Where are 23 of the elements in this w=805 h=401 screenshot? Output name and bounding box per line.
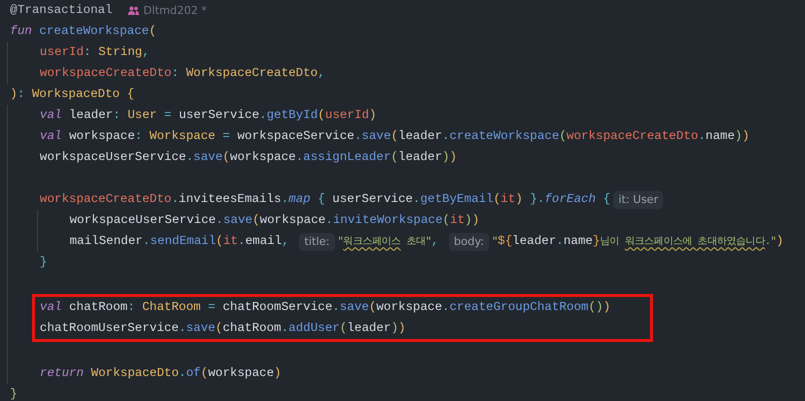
author-name: Dltmd202 *	[143, 3, 207, 19]
inlay-hint: body:	[448, 232, 490, 250]
code-text: fun createWorkspace(	[10, 23, 156, 40]
code-text: userId: String,	[40, 44, 150, 61]
code-text: val workspace: Workspace = workspaceService.save(leader.createWorkspace(workspaceCreateDto.name))	[40, 128, 750, 145]
code-text: workspaceCreateDto: WorkspaceCreateDto,	[40, 65, 326, 82]
code-text: workspaceCreateDto.inviteesEmails.map { userService.getByEmail(it) }.forEach {	[40, 191, 610, 208]
code-text: "${leader.name}님이 워크스페이스에 초대하였습니다.")	[492, 232, 784, 250]
code-text: mailSender.sendEmail(it.email,	[70, 233, 290, 250]
code-text: return WorkspaceDto.of(workspace)	[40, 365, 282, 382]
people-icon	[128, 6, 140, 15]
code-text: ): WorkspaceDto {	[10, 86, 134, 103]
code-text: @Transactional	[10, 2, 112, 19]
code-text: }	[40, 254, 48, 271]
code-text: val chatRoom: ChatRoom = chatRoomService.save(workspace.createGroupChatRoom())	[40, 299, 610, 316]
code-text: workspaceUserService.save(workspace.inviteWorkspace(it))	[70, 212, 480, 229]
code-text: val leader: User = userService.getById(userId)	[40, 107, 376, 124]
code-text: "워크스페이스 초대",	[338, 232, 440, 250]
inlay-hint: it: User	[613, 190, 664, 208]
inlay-hint: title:	[299, 232, 335, 250]
code-text: chatRoomUserService.save(chatRoom.addUser(leader))	[40, 320, 406, 337]
code-text: }	[10, 386, 18, 401]
code-text: workspaceUserService.save(workspace.assignLeader(leader))	[40, 149, 457, 166]
